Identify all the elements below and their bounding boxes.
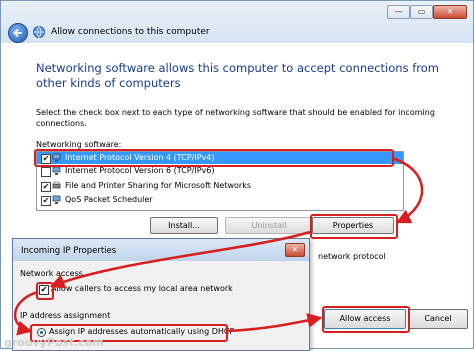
arrow-to-dhcp [13, 290, 39, 336]
watermark: groovyPost.com [4, 336, 104, 349]
annotation-arrows [13, 156, 424, 336]
arrow-to-checkbox [49, 230, 311, 289]
arrow-to-allow-access [225, 313, 323, 333]
arrow-to-properties [391, 156, 424, 224]
